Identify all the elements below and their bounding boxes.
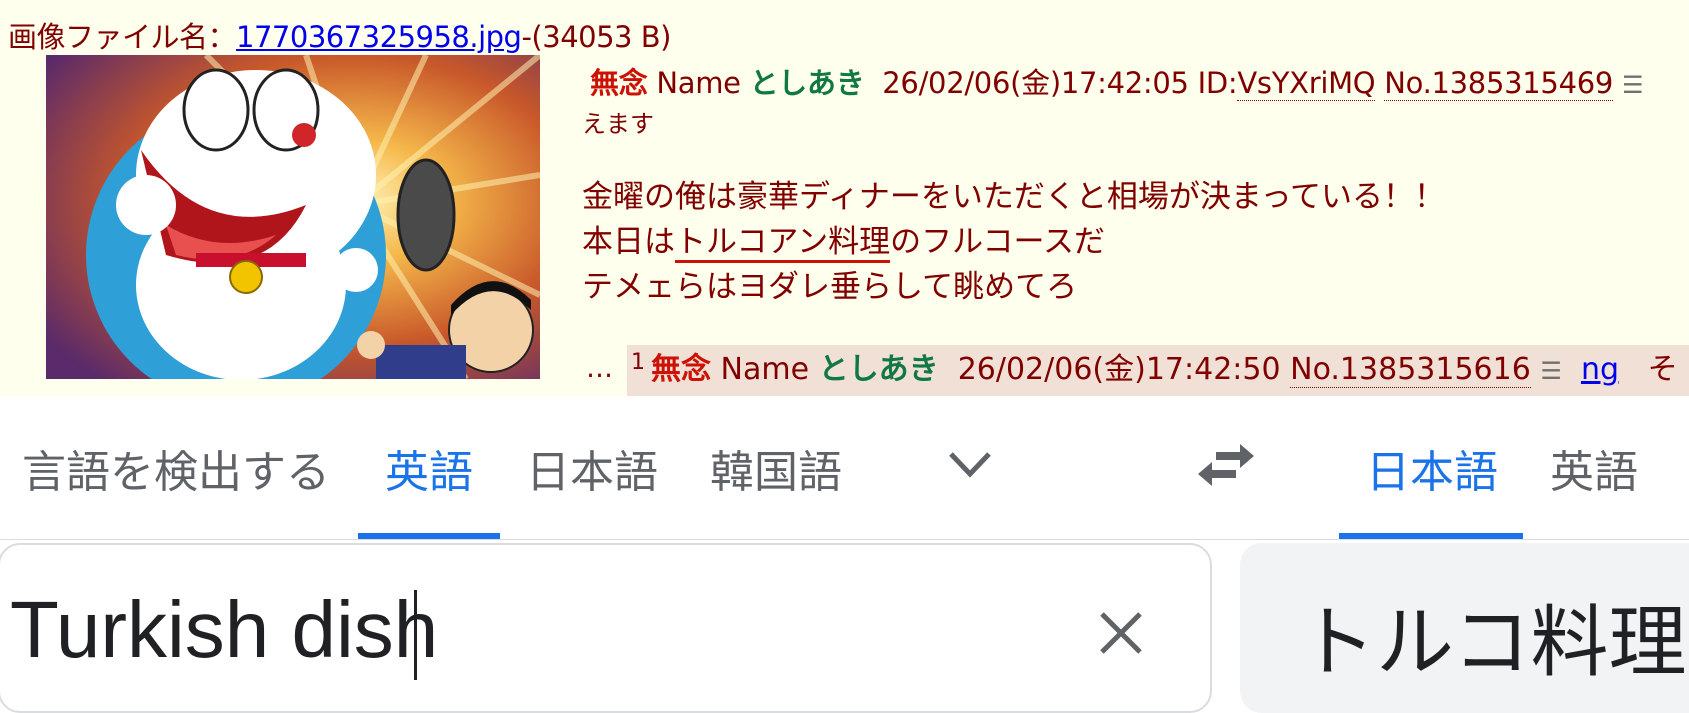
reply-subject: 無念 [651,352,711,387]
post-id[interactable]: VsYXriMQ [1237,66,1376,101]
file-size: -(34053 B) [521,20,671,54]
divider [0,539,1689,540]
list-menu-icon[interactable]: ☰ [1622,71,1644,99]
tab-detect-language[interactable]: 言語を検出する [22,436,330,500]
list-menu-icon[interactable]: ☰ [1540,357,1562,385]
reply-post: 1 無念 Name としあき 26/02/06(金)17:42:50 No.138… [627,345,1689,396]
file-label: 画像ファイル名： [8,20,237,54]
poster-name: としあき [749,66,865,100]
body-text-segment: のフルコースだ [890,224,1105,260]
post-number[interactable]: No.1385315469 [1384,66,1613,101]
body-line: 本日はトルコアン料理のフルコースだ [582,220,1445,265]
tab-source-english[interactable]: 英語 [385,436,473,500]
tab-target-english[interactable]: 英語 [1550,436,1638,500]
highlighted-phrase: トルコアン料理 [675,224,891,263]
name-label: Name [720,352,810,387]
post-id-label: ID: [1197,66,1238,100]
text-caret [414,590,417,680]
reply-poster-name: としあき [818,352,939,387]
close-icon[interactable] [1098,610,1144,660]
file-link[interactable]: 1770367325958.jpg [236,20,522,54]
body-text-segment: 本日は [582,224,675,260]
anime-robot-cat-image [46,55,540,379]
reply-row: … 1 無念 Name としあき 26/02/06(金)17:42:50 No.1… [582,345,1689,396]
source-input[interactable]: Turkish dish [10,584,438,676]
tab-source-korean[interactable]: 韓国語 [710,436,842,500]
tab-target-japanese[interactable]: 日本語 [1366,436,1498,500]
language-bar: 言語を検出する 英語 日本語 韓国語 日本語 英語 [0,396,1689,540]
post-header: 無念 Name としあき 26/02/06(金)17:42:05 ID:VsYX… [590,60,1643,102]
post-subline: えます [582,110,654,138]
chevron-down-icon[interactable] [945,446,995,486]
swap-icon[interactable] [1196,442,1256,492]
reply-count: 1 [631,350,645,375]
reply-datetime: 26/02/06(金)17:42:50 [957,352,1281,387]
post-datetime: 26/02/06(金)17:42:05 [882,66,1189,100]
tab-source-japanese[interactable]: 日本語 [526,436,658,500]
reply-ellipsis: … [586,353,613,384]
translation-output: トルコ料理 [1298,598,1687,688]
file-info: 画像ファイル名：1770367325958.jpg-(34053 B) [8,14,671,56]
body-line: テメェらはヨダレ垂らして眺めてろ [582,269,1078,305]
name-label: Name [656,66,741,100]
forum-thread: 画像ファイル名：1770367325958.jpg-(34053 B) 無念 N… [0,0,1689,396]
ng-link[interactable]: ng [1581,352,1619,387]
body-line: 金曜の俺は豪華ディナーをいただくと相場が決まっている！！ [582,179,1446,215]
post-subject: 無念 [590,66,648,100]
post-image-thumbnail[interactable] [46,55,540,379]
reply-text: そ [1647,352,1678,387]
reply-number[interactable]: No.1385315616 [1290,352,1531,388]
post-body: 金曜の俺は豪華ディナーをいただくと相場が決まっている！！ 本日はトルコアン料理の… [582,175,1445,310]
